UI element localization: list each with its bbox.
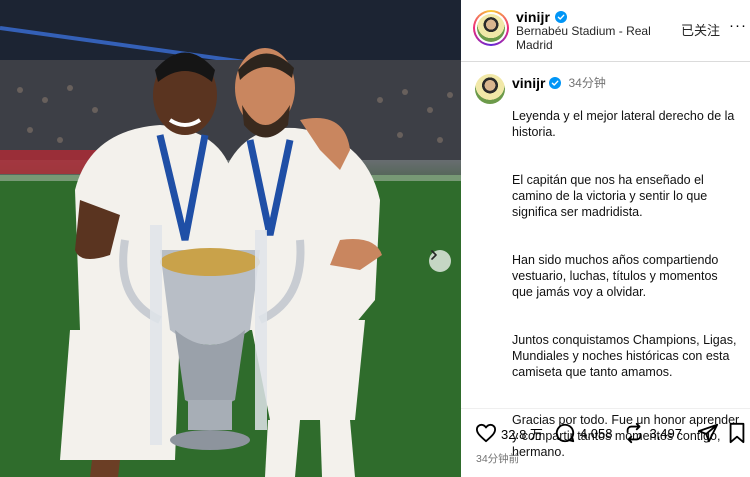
comment-button[interactable]: 4,058	[554, 422, 613, 444]
like-button[interactable]: 32.8 万	[475, 423, 543, 443]
bookmark-icon	[729, 422, 745, 444]
caption-header: vinijr 34分钟	[512, 74, 606, 91]
caption-username[interactable]: vinijr	[512, 75, 545, 91]
repost-icon	[627, 422, 642, 444]
post-actions-bar: 32.8 万 4,058 3,497 34分钟前	[461, 408, 750, 477]
post-sidebar: vinijr Bernabéu Stadium - Real Madrid 已关…	[461, 0, 750, 477]
action-row: 32.8 万 4,058 3,497	[475, 421, 747, 445]
author-avatar[interactable]	[473, 10, 509, 46]
verified-badge-icon	[549, 76, 562, 89]
heart-icon	[475, 423, 496, 443]
save-button[interactable]	[727, 422, 747, 444]
post-photo-illustration	[0, 0, 461, 477]
caption-paragraph: El capitán que nos ha enseñado el camino…	[512, 173, 708, 219]
post-timestamp: 34分钟前	[476, 453, 520, 465]
more-options-button[interactable]: ···	[729, 18, 747, 33]
post-header: vinijr Bernabéu Stadium - Real Madrid 已关…	[461, 0, 750, 62]
comment-count: 4,058	[579, 425, 613, 441]
author-username[interactable]: vinijr	[516, 9, 550, 25]
post-photo[interactable]	[0, 0, 461, 477]
caption-paragraph: Leyenda y el mejor lateral derecho de la…	[512, 109, 735, 139]
following-button[interactable]: 已关注	[681, 20, 720, 39]
verified-badge-icon	[555, 11, 568, 23]
share-button[interactable]	[697, 422, 719, 444]
repost-count: 3,497	[649, 425, 683, 441]
next-photo-button[interactable]	[429, 250, 451, 272]
caption-paragraph: Juntos conquistamos Champions, Ligas, Mu…	[512, 333, 737, 379]
post-location[interactable]: Bernabéu Stadium - Real Madrid	[516, 24, 656, 52]
caption-paragraph: Han sido muchos años compartiendo vestua…	[512, 253, 719, 299]
like-count: 32.8 万	[501, 426, 543, 442]
author-name-row: vinijr	[516, 9, 568, 25]
comment-bubble-icon	[555, 423, 575, 443]
repost-button[interactable]: 3,497	[623, 422, 682, 444]
send-icon	[697, 423, 719, 443]
chevron-right-icon	[431, 250, 437, 260]
caption-author-avatar[interactable]	[475, 74, 505, 104]
post-caption: vinijr 34分钟 Leyenda y el mejor lateral d…	[461, 62, 750, 459]
caption-time: 34分钟	[568, 76, 606, 90]
